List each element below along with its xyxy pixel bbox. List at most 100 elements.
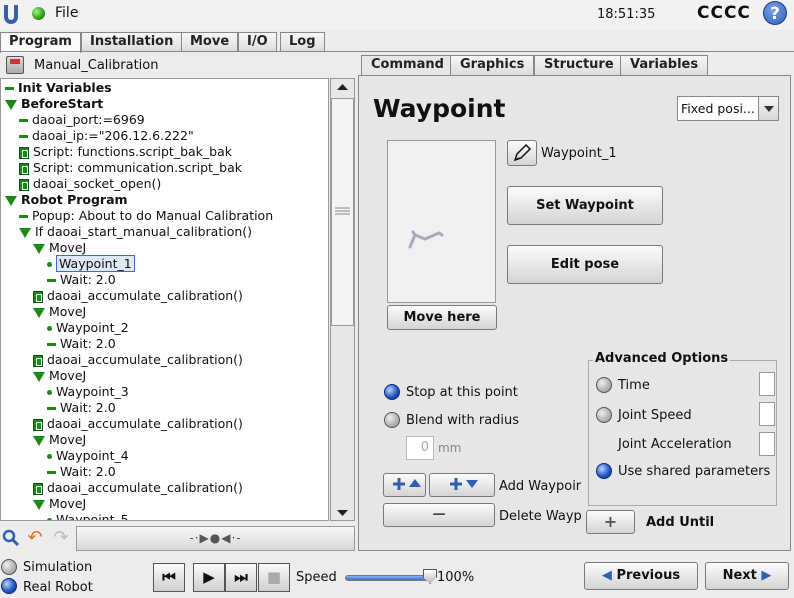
- tree-row[interactable]: MoveJ: [33, 368, 86, 384]
- status-indicator-icon[interactable]: [32, 7, 45, 20]
- dash-icon: [47, 407, 56, 410]
- tab-variables[interactable]: Variables: [620, 55, 709, 75]
- tree-row-label: daoai_accumulate_calibration(): [47, 480, 243, 495]
- tree-row-label: daoai_accumulate_calibration(): [47, 352, 243, 367]
- scroll-up-icon[interactable]: [332, 80, 353, 94]
- joint-speed-input[interactable]: [759, 402, 775, 426]
- chevron-down-icon[interactable]: [758, 97, 778, 120]
- previous-button[interactable]: ◀ Previous: [584, 562, 698, 590]
- tree-row[interactable]: If daoai_start_manual_calibration(): [19, 224, 252, 240]
- file-menu[interactable]: File: [55, 5, 78, 21]
- play-button[interactable]: ▶: [193, 563, 225, 592]
- tree-row-label: Script: communication.script_bak: [33, 160, 242, 175]
- real-robot-radio[interactable]: [1, 578, 17, 594]
- blend-label: Blend with radius: [406, 413, 520, 428]
- tree-row[interactable]: Robot Program: [5, 192, 128, 208]
- tree-row-label: BeforeStart: [21, 96, 104, 111]
- tree-scroll-thumb[interactable]: [331, 98, 354, 326]
- dash-icon: [47, 279, 56, 282]
- scroll-down-icon[interactable]: [332, 506, 353, 520]
- simulation-radio[interactable]: [1, 559, 17, 575]
- blend-radius-input[interactable]: 0: [406, 436, 434, 460]
- tree-row[interactable]: Waypoint_1: [47, 255, 135, 272]
- tree-row[interactable]: daoai_accumulate_calibration(): [33, 288, 243, 304]
- add-waypoint-after-button[interactable]: [429, 473, 495, 497]
- tree-row[interactable]: MoveJ: [33, 240, 86, 256]
- time-radio[interactable]: [596, 377, 612, 393]
- tree-row[interactable]: Waypoint_5: [47, 512, 129, 520]
- tab-structure[interactable]: Structure: [534, 55, 624, 75]
- tree-row[interactable]: MoveJ: [33, 496, 86, 512]
- tree-row[interactable]: MoveJ: [33, 304, 86, 320]
- advanced-options-title: Advanced Options: [593, 351, 731, 366]
- tree-row[interactable]: Script: functions.script_bak_bak: [19, 144, 232, 160]
- shared-params-radio[interactable]: [596, 463, 612, 479]
- move-here-button[interactable]: Move here: [387, 305, 497, 330]
- tree-row[interactable]: daoai_accumulate_calibration(): [33, 480, 243, 496]
- stop-radio[interactable]: [384, 384, 400, 400]
- undo-icon[interactable]: ↶: [23, 527, 47, 549]
- search-icon[interactable]: [1, 527, 20, 549]
- tree-row[interactable]: Waypoint_2: [47, 320, 129, 336]
- tree-row[interactable]: Wait: 2.0: [47, 336, 116, 352]
- triangle-icon: [19, 227, 31, 238]
- blend-radio[interactable]: [384, 412, 400, 428]
- add-waypoint-label: Add Waypoir: [499, 479, 582, 494]
- previous-label: Previous: [616, 568, 681, 583]
- rename-waypoint-button[interactable]: [507, 140, 537, 166]
- tree-row[interactable]: Wait: 2.0: [47, 464, 116, 480]
- edit-pose-button[interactable]: Edit pose: [507, 245, 663, 284]
- joint-speed-radio[interactable]: [596, 407, 612, 423]
- tab-move[interactable]: Move: [181, 32, 239, 52]
- tree-row[interactable]: daoai_port:=6969: [19, 112, 145, 128]
- stop-button[interactable]: ■: [258, 563, 290, 592]
- tab-io[interactable]: I/O: [238, 32, 277, 52]
- tree-row[interactable]: daoai_ip:="206.12.6.222": [19, 128, 194, 144]
- tree-row[interactable]: daoai_accumulate_calibration(): [33, 352, 243, 368]
- tab-installation[interactable]: Installation: [81, 32, 183, 52]
- waypoint-name: Waypoint_1: [541, 146, 617, 161]
- tree-row-label: MoveJ: [49, 368, 87, 383]
- ur-logo-icon: [4, 5, 18, 24]
- delete-waypoint-label: Delete Wayp: [499, 509, 582, 524]
- tree-row[interactable]: Popup: About to do Manual Calibration: [19, 208, 273, 224]
- save-program-icon[interactable]: [6, 56, 24, 74]
- tree-row[interactable]: Wait: 2.0: [47, 272, 116, 288]
- redo-icon[interactable]: ↷: [49, 527, 73, 549]
- tree-row[interactable]: Waypoint_3: [47, 384, 129, 400]
- speed-label: Speed: [296, 570, 337, 585]
- tree-row[interactable]: BeforeStart: [5, 96, 103, 112]
- help-button[interactable]: ?: [763, 1, 787, 25]
- tree-row[interactable]: Script: communication.script_bak: [19, 160, 242, 176]
- add-until-label: Add Until: [646, 515, 715, 530]
- speed-slider[interactable]: [345, 575, 430, 581]
- tab-graphics[interactable]: Graphics: [450, 55, 535, 75]
- next-button[interactable]: Next ▶: [705, 562, 789, 590]
- time-input[interactable]: [759, 372, 775, 396]
- tree-row[interactable]: Init Variables: [5, 80, 112, 96]
- dot-icon: [47, 518, 52, 520]
- add-waypoint-before-button[interactable]: [383, 473, 426, 497]
- tree-row-label: daoai_accumulate_calibration(): [47, 416, 243, 431]
- tree-row-label: Robot Program: [21, 192, 128, 207]
- step-forward-button[interactable]: ⏭: [225, 563, 257, 592]
- tree-row[interactable]: Wait: 2.0: [47, 400, 116, 416]
- add-until-button[interactable]: +: [586, 510, 635, 534]
- tree-row[interactable]: MoveJ: [33, 432, 86, 448]
- tab-log[interactable]: Log: [280, 32, 325, 52]
- program-flow-button[interactable]: -·▶●◀·-: [76, 526, 355, 551]
- tree-row[interactable]: daoai_socket_open(): [19, 176, 161, 192]
- joint-acceleration-input[interactable]: [759, 432, 775, 456]
- tree-row[interactable]: daoai_accumulate_calibration(): [33, 416, 243, 432]
- set-waypoint-button[interactable]: Set Waypoint: [507, 186, 663, 225]
- script-icon: [33, 354, 43, 367]
- delete-waypoint-button[interactable]: —: [383, 503, 495, 527]
- speed-value: 100%: [437, 570, 475, 585]
- tree-row-label: Wait: 2.0: [60, 272, 116, 287]
- tab-program[interactable]: Program: [0, 32, 81, 53]
- step-back-button[interactable]: ⏮: [153, 563, 185, 592]
- tree-row[interactable]: Waypoint_4: [47, 448, 129, 464]
- program-tree: Init Variables BeforeStart daoai_port:=696…: [0, 78, 329, 521]
- tab-command[interactable]: Command: [361, 55, 454, 75]
- script-icon: [19, 162, 29, 175]
